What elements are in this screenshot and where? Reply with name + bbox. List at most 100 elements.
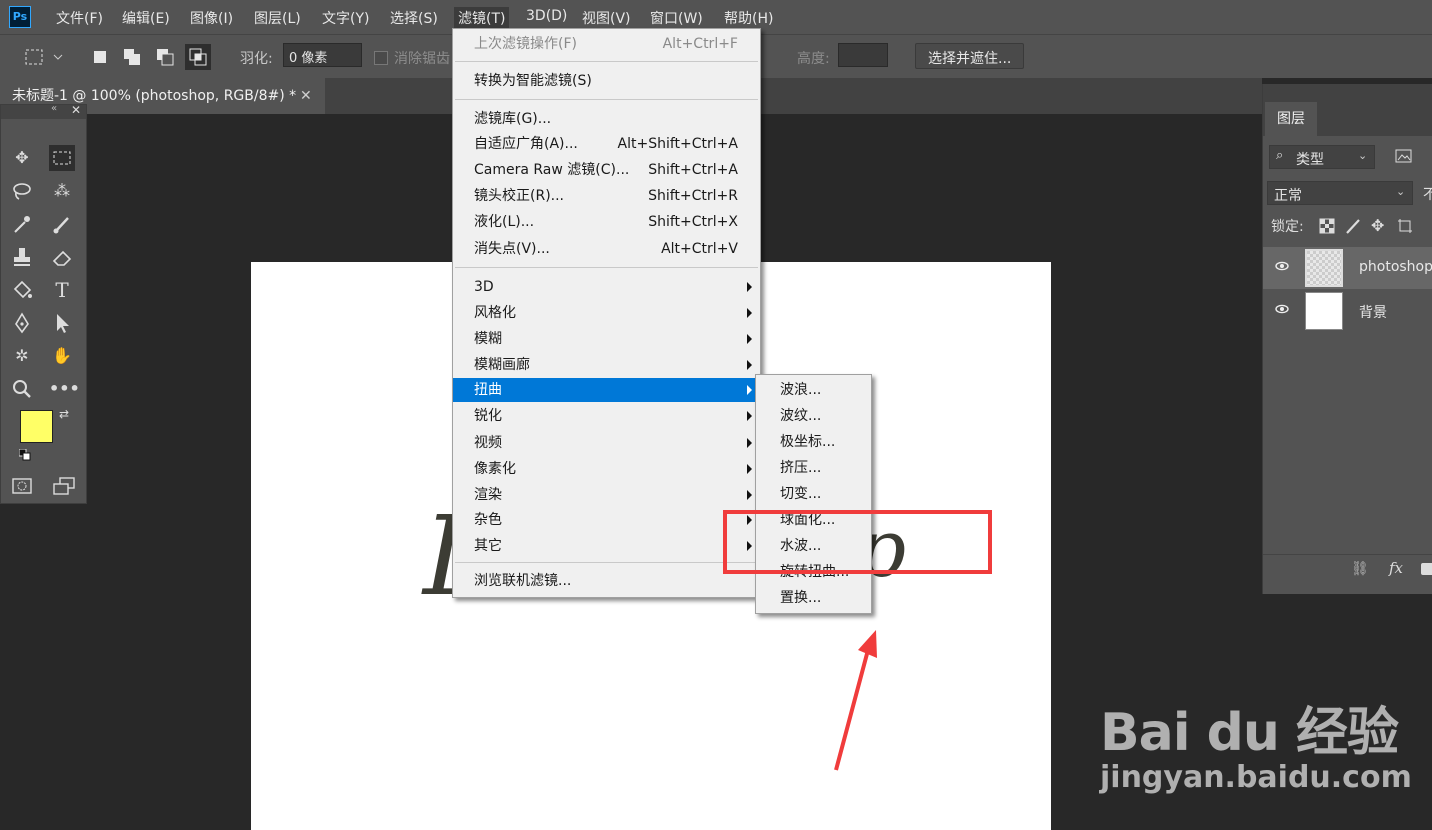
- layer-thumbnail: [1305, 249, 1343, 287]
- submenu-arrow-icon: [747, 360, 752, 370]
- magic-wand-tool-icon[interactable]: ⁂: [49, 178, 75, 204]
- new-selection-icon[interactable]: [87, 44, 113, 70]
- custom-shape-tool-icon[interactable]: ✲: [9, 343, 35, 369]
- pen-tool-icon[interactable]: [9, 310, 35, 336]
- intersect-selection-icon[interactable]: [185, 44, 211, 70]
- eyedropper-tool-icon[interactable]: [9, 211, 35, 237]
- menu-item-convert-smart-filter[interactable]: 转换为智能滤镜(S): [453, 69, 760, 93]
- layers-panel: 图层 ⌕ 类型 ⌄ 正常 ⌄ 不 锁定: ✥ photoshop 背景 ⛓ fx: [1262, 84, 1432, 594]
- close-tab-icon[interactable]: ✕: [300, 78, 312, 114]
- menu-file[interactable]: 文件(F): [56, 8, 103, 28]
- lock-transparent-icon[interactable]: [1319, 218, 1335, 234]
- menu-item-filter-gallery[interactable]: 滤镜库(G)...: [453, 107, 760, 131]
- menu-item-camera-raw[interactable]: Camera Raw 滤镜(C)... Shift+Ctrl+A: [453, 158, 760, 182]
- more-tools-icon[interactable]: •••: [49, 376, 80, 402]
- fx-icon[interactable]: fx: [1389, 559, 1403, 577]
- visibility-eye-icon[interactable]: [1275, 259, 1289, 273]
- menu-help[interactable]: 帮助(H): [724, 8, 773, 28]
- lock-position-icon[interactable]: ✥: [1371, 216, 1384, 235]
- submenu-item-pinch[interactable]: 挤压...: [756, 455, 871, 481]
- screen-mode-icon[interactable]: [51, 473, 77, 499]
- type-tool-icon[interactable]: T: [49, 277, 75, 303]
- paint-bucket-tool-icon[interactable]: [9, 277, 35, 303]
- add-mask-icon[interactable]: [1421, 563, 1432, 575]
- lasso-tool-icon[interactable]: [9, 178, 35, 204]
- visibility-eye-icon[interactable]: [1275, 302, 1289, 316]
- stamp-tool-icon[interactable]: [9, 244, 35, 270]
- menu-item-noise[interactable]: 杂色: [453, 508, 760, 532]
- menu-item-browse-online-filters[interactable]: 浏览联机滤镜...: [453, 569, 760, 593]
- antialias-checkbox[interactable]: [374, 51, 388, 65]
- menu-image[interactable]: 图像(I): [190, 8, 233, 28]
- menu-item-sharpen[interactable]: 锐化: [453, 404, 760, 428]
- submenu-item-ripple[interactable]: 波纹...: [756, 403, 871, 429]
- menu-item-adaptive-wide-angle[interactable]: 自适应广角(A)... Alt+Shift+Ctrl+A: [453, 132, 760, 156]
- blend-mode-select[interactable]: 正常 ⌄: [1267, 181, 1413, 205]
- swap-colors-icon[interactable]: ⇄: [59, 407, 69, 421]
- menu-item-pixelate[interactable]: 像素化: [453, 457, 760, 481]
- menu-separator: [455, 99, 758, 100]
- close-icon[interactable]: ✕: [71, 103, 81, 117]
- menu-item-lens-correction[interactable]: 镜头校正(R)... Shift+Ctrl+R: [453, 184, 760, 208]
- menu-type[interactable]: 文字(Y): [322, 8, 369, 28]
- layer-name[interactable]: photoshop: [1359, 259, 1432, 275]
- menu-filter[interactable]: 滤镜(T): [454, 7, 510, 29]
- menu-edit[interactable]: 编辑(E): [122, 8, 170, 28]
- menu-item-other[interactable]: 其它: [453, 534, 760, 558]
- image-filter-icon[interactable]: [1395, 148, 1413, 164]
- distort-submenu: 波浪... 波纹... 极坐标... 挤压... 切变... 球面化... 水波…: [755, 374, 872, 614]
- menu-item-blur-gallery[interactable]: 模糊画廊: [453, 353, 760, 377]
- quick-mask-icon[interactable]: [9, 473, 35, 499]
- submenu-item-shear[interactable]: 切变...: [756, 481, 871, 507]
- foreground-color-swatch[interactable]: [20, 410, 53, 443]
- eraser-tool-icon[interactable]: [49, 244, 75, 270]
- hand-tool-icon[interactable]: ✋: [49, 343, 75, 369]
- layer-filter-value: 类型: [1296, 152, 1324, 168]
- default-colors-icon[interactable]: [18, 448, 31, 461]
- menu-item-blur[interactable]: 模糊: [453, 327, 760, 351]
- link-layers-icon[interactable]: ⛓: [1351, 561, 1369, 577]
- layer-row-photoshop[interactable]: photoshop: [1263, 247, 1432, 289]
- menu-item-3d[interactable]: 3D: [453, 275, 760, 299]
- toolbox-header[interactable]: « ✕: [1, 103, 86, 119]
- menu-item-render[interactable]: 渲染: [453, 483, 760, 507]
- menu-item-distort[interactable]: 扭曲: [453, 378, 760, 402]
- marquee-preset-icon[interactable]: [24, 44, 63, 70]
- menu-view[interactable]: 视图(V): [582, 8, 631, 28]
- move-tool-icon[interactable]: ✥: [9, 145, 35, 171]
- menu-window[interactable]: 窗口(W): [650, 8, 703, 28]
- marquee-tool-icon[interactable]: [49, 145, 75, 171]
- lock-artboard-icon[interactable]: [1397, 218, 1413, 234]
- layer-filter-select[interactable]: ⌕ 类型 ⌄: [1269, 145, 1375, 169]
- submenu-arrow-icon: [747, 411, 752, 421]
- menu-separator: [455, 562, 758, 563]
- photoshop-logo: Ps: [9, 6, 31, 28]
- height-input[interactable]: [838, 43, 888, 67]
- add-selection-icon[interactable]: [119, 44, 145, 70]
- lock-pixels-icon[interactable]: [1345, 218, 1361, 234]
- collapse-icon[interactable]: «: [51, 103, 57, 114]
- zoom-tool-icon[interactable]: [9, 376, 35, 402]
- layer-row-background[interactable]: 背景: [1263, 290, 1432, 332]
- submenu-item-displace[interactable]: 置换...: [756, 585, 871, 611]
- menu-item-last-filter[interactable]: 上次滤镜操作(F) Alt+Ctrl+F: [453, 32, 760, 56]
- menu-3d[interactable]: 3D(D): [526, 8, 567, 24]
- submenu-arrow-icon: [747, 490, 752, 500]
- menu-select[interactable]: 选择(S): [390, 8, 438, 28]
- menu-item-stylize[interactable]: 风格化: [453, 301, 760, 325]
- watermark-url: jingyan.baidu.com: [1100, 760, 1412, 795]
- brush-tool-icon[interactable]: [49, 211, 75, 237]
- menu-layer[interactable]: 图层(L): [254, 8, 301, 28]
- feather-input[interactable]: 0 像素: [283, 43, 362, 67]
- select-and-mask-button[interactable]: 选择并遮住...: [915, 43, 1025, 69]
- menu-item-video[interactable]: 视频: [453, 431, 760, 455]
- toolbox: « ✕ ✥ ⁂ T ✲ ✋ ••• ⇄: [0, 103, 87, 504]
- menu-item-liquify[interactable]: 液化(L)... Shift+Ctrl+X: [453, 210, 760, 234]
- tab-layers[interactable]: 图层: [1265, 102, 1317, 136]
- layer-name[interactable]: 背景: [1359, 302, 1387, 322]
- subtract-selection-icon[interactable]: [152, 44, 178, 70]
- submenu-item-wave[interactable]: 波浪...: [756, 377, 871, 403]
- submenu-item-polar-coordinates[interactable]: 极坐标...: [756, 429, 871, 455]
- menu-item-vanishing-point[interactable]: 消失点(V)... Alt+Ctrl+V: [453, 237, 760, 261]
- path-selection-tool-icon[interactable]: [49, 310, 75, 336]
